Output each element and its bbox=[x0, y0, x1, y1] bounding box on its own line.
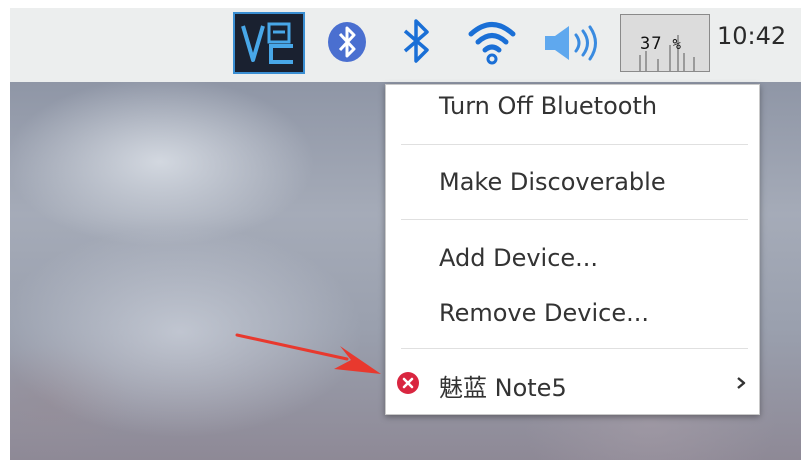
red-arrow-annotation bbox=[235, 332, 385, 382]
bluetooth-round-icon[interactable] bbox=[327, 21, 367, 63]
menu-separator bbox=[401, 144, 748, 145]
chevron-right-icon[interactable] bbox=[735, 375, 747, 391]
menu-separator bbox=[401, 219, 748, 220]
cpu-usage-value: 37 bbox=[640, 34, 663, 54]
cpu-usage-unit: % bbox=[672, 37, 682, 53]
cpu-usage-readout: 37% bbox=[640, 34, 682, 54]
volume-icon[interactable] bbox=[543, 24, 601, 62]
cpu-monitor[interactable]: 37% bbox=[620, 14, 710, 72]
bluetooth-menu: Turn Off Bluetooth Make Discoverable Add… bbox=[385, 84, 760, 415]
menu-item-remove-device[interactable]: Remove Device... bbox=[439, 299, 649, 327]
menu-item-add-device[interactable]: Add Device... bbox=[439, 244, 598, 272]
vnc-icon[interactable] bbox=[233, 12, 305, 74]
disconnected-icon bbox=[396, 371, 420, 395]
menu-separator bbox=[401, 348, 748, 349]
wifi-icon[interactable] bbox=[467, 17, 517, 67]
menu-item-device-meilan-note5[interactable]: 魅蓝 Note5 bbox=[439, 368, 567, 403]
menu-item-turn-off-bluetooth[interactable]: Turn Off Bluetooth bbox=[439, 92, 657, 120]
clock[interactable]: 10:42 bbox=[717, 22, 786, 50]
menu-item-make-discoverable[interactable]: Make Discoverable bbox=[439, 168, 666, 196]
bluetooth-icon[interactable] bbox=[401, 16, 431, 66]
